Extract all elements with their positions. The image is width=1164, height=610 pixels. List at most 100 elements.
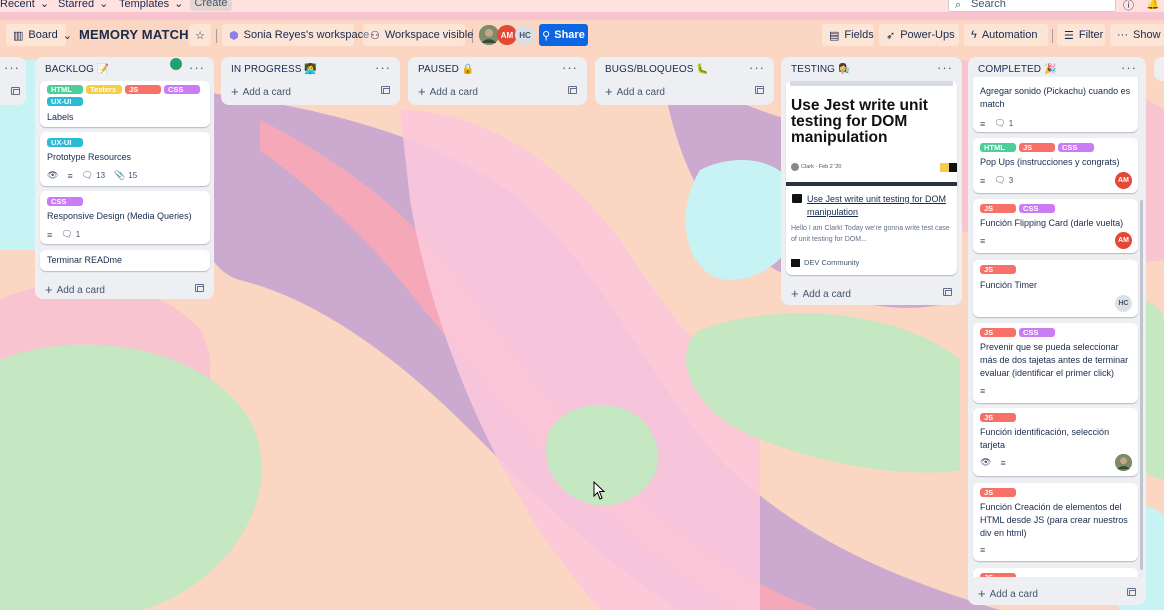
card-title: Función Timer bbox=[980, 280, 1038, 290]
list-title[interactable]: TESTING 👩‍🔬 bbox=[791, 64, 850, 75]
list-title[interactable]: IN PROGRESS 👩‍💻 bbox=[231, 64, 317, 75]
label-js[interactable]: JS bbox=[980, 488, 1016, 497]
board-view-switcher[interactable]: ▥ Board ⌄ bbox=[6, 24, 72, 46]
label-html[interactable]: HTML bbox=[47, 85, 83, 94]
author-avatar bbox=[791, 163, 799, 171]
workspace-icon: ⬢ bbox=[229, 29, 239, 42]
label-js[interactable]: JS bbox=[980, 328, 1016, 337]
share-button[interactable]: ⚲ Share bbox=[539, 24, 588, 46]
sync-status-icon bbox=[170, 58, 182, 70]
completed-cards-scroll[interactable]: Agregar sonido (Pickachu) cuando es matc… bbox=[968, 77, 1146, 577]
list-menu-icon[interactable]: ··· bbox=[375, 60, 391, 75]
card-responsive-design[interactable]: CSS Responsive Design (Media Queries) ≡ … bbox=[40, 191, 210, 244]
dev-logo-icon bbox=[791, 258, 800, 267]
starred-menu[interactable]: Starred ⌄ bbox=[58, 0, 108, 10]
template-icon[interactable] bbox=[755, 86, 764, 94]
add-card-button[interactable]: + Add a card bbox=[791, 286, 851, 301]
label-css[interactable]: CSS bbox=[164, 85, 200, 94]
label-css[interactable]: CSS bbox=[1058, 143, 1094, 152]
template-icon[interactable] bbox=[11, 87, 20, 95]
search-input[interactable]: ⌕ Search bbox=[948, 0, 1116, 12]
label-testers[interactable]: Testers bbox=[86, 85, 122, 94]
powerups-button[interactable]: ➶ Power-Ups bbox=[879, 24, 959, 46]
member-avatar-hc[interactable]: HC bbox=[515, 25, 535, 45]
add-card-button[interactable]: + Add a card bbox=[45, 282, 105, 297]
visibility-button[interactable]: ⚇ Workspace visible bbox=[363, 24, 473, 46]
plus-icon: + bbox=[418, 84, 426, 99]
add-card-button[interactable]: + Add a card bbox=[978, 586, 1038, 601]
automation-button[interactable]: ϟ Automation bbox=[964, 24, 1048, 46]
card-creacion-elementos[interactable]: JS Función Creación de elementos del HTM… bbox=[973, 483, 1138, 561]
member-avatar-photo[interactable] bbox=[479, 25, 499, 45]
add-card-button[interactable]: + Add a card bbox=[418, 84, 478, 99]
label-css[interactable]: CSS bbox=[47, 197, 83, 206]
card-agregar-sonido[interactable]: Agregar sonido (Pickachu) cuando es matc… bbox=[973, 77, 1138, 132]
list-menu-icon[interactable]: ··· bbox=[937, 60, 953, 75]
label-js[interactable]: JS bbox=[1019, 143, 1055, 152]
card-terminar-readme[interactable]: Terminar READme bbox=[40, 250, 210, 271]
fields-button[interactable]: ▤ Fields bbox=[822, 24, 874, 46]
recent-label: Recent bbox=[0, 0, 35, 10]
label-js[interactable]: JS bbox=[980, 204, 1016, 213]
card-flipping-card[interactable]: JS CSS Función Flipping Card (darle vuel… bbox=[973, 199, 1138, 253]
label-js[interactable]: JS bbox=[980, 413, 1016, 422]
member-avatar-am[interactable]: AM bbox=[1115, 232, 1132, 249]
card-funcion-identificacion[interactable]: JS Función identificación, selección tar… bbox=[973, 408, 1138, 476]
member-avatar-hc[interactable]: HC bbox=[1115, 295, 1132, 312]
link-title[interactable]: Use Jest write unit testing for DOM mani… bbox=[807, 193, 952, 219]
comment-icon: 🗨 bbox=[994, 175, 1006, 185]
member-avatar-photo[interactable] bbox=[1115, 454, 1132, 471]
label-uxui[interactable]: UX-UI bbox=[47, 138, 83, 147]
templates-menu[interactable]: Templates ⌄ bbox=[119, 0, 183, 10]
bell-icon[interactable]: 🔔 bbox=[1146, 0, 1160, 10]
list-title[interactable]: COMPLETED 🎉 bbox=[978, 64, 1057, 75]
description-icon: ≡ bbox=[980, 386, 986, 396]
list-menu-icon[interactable]: ··· bbox=[4, 60, 20, 75]
label-css[interactable]: CSS bbox=[1019, 204, 1055, 213]
label-js[interactable]: JS bbox=[980, 573, 1016, 577]
list-menu-icon[interactable]: ··· bbox=[189, 60, 205, 75]
list-backlog: BACKLOG 📝 ··· HTML Testers JS CSS UX-UI … bbox=[35, 57, 214, 299]
label-js[interactable]: JS bbox=[125, 85, 161, 94]
list-title[interactable]: BACKLOG 📝 bbox=[45, 64, 109, 75]
create-button[interactable]: Create bbox=[190, 0, 232, 11]
card-prototype-resources[interactable]: UX-UI Prototype Resources 👁 ≡ 🗨 13 📎 15 bbox=[40, 132, 210, 186]
template-icon[interactable] bbox=[195, 284, 204, 292]
add-card-button[interactable]: + Add a card bbox=[231, 84, 291, 99]
list-menu-icon[interactable]: ··· bbox=[562, 60, 578, 75]
label-css[interactable]: CSS bbox=[1019, 328, 1055, 337]
info-icon[interactable]: ⓘ bbox=[1123, 0, 1134, 13]
template-icon[interactable] bbox=[568, 86, 577, 94]
template-icon[interactable] bbox=[943, 288, 952, 296]
show-menu-button[interactable]: ··· Show me bbox=[1110, 24, 1164, 46]
filter-button[interactable]: ☰ Filter bbox=[1057, 24, 1105, 46]
card-labels[interactable]: HTML Testers JS CSS UX-UI Labels bbox=[40, 81, 210, 127]
label-js[interactable]: JS bbox=[980, 265, 1016, 274]
template-icon[interactable] bbox=[1127, 588, 1136, 596]
card-jest-testing[interactable]: Use Jest write unit testing for DOM mani… bbox=[786, 81, 957, 275]
list-menu-icon[interactable]: ··· bbox=[1121, 60, 1137, 75]
template-icon[interactable] bbox=[381, 86, 390, 94]
card-pop-ups[interactable]: HTML JS CSS Pop Ups (instrucciones y con… bbox=[973, 138, 1138, 193]
workspace-button[interactable]: ⬢ Sonia Reyes's workspace bbox=[222, 24, 369, 46]
add-card-button[interactable]: + Add a card bbox=[605, 84, 665, 99]
list-title[interactable]: BUGS/BLOQUEOS 🐛 bbox=[605, 64, 709, 75]
board-title[interactable]: MEMORY MATCH bbox=[79, 27, 189, 42]
label-uxui[interactable]: UX-UI bbox=[47, 97, 83, 106]
member-avatar-am[interactable]: AM bbox=[497, 25, 517, 45]
card-funcion-timer[interactable]: JS Función Timer HC bbox=[973, 260, 1138, 317]
card-title: Responsive Design (Media Queries) bbox=[47, 211, 192, 221]
recent-menu[interactable]: Recent ⌄ bbox=[0, 0, 49, 10]
card-title: Terminar READme bbox=[47, 255, 123, 265]
card-js-partial[interactable]: JS bbox=[973, 568, 1138, 577]
star-button[interactable]: ☆ bbox=[189, 24, 211, 46]
member-avatar-am[interactable]: AM bbox=[1115, 172, 1132, 189]
card-badges: ≡ bbox=[980, 236, 985, 246]
list-menu-icon[interactable]: ··· bbox=[749, 60, 765, 75]
visibility-label: Workspace visible bbox=[384, 29, 474, 41]
card-prevenir-seleccion[interactable]: JS CSS Prevenir que se pueda seleccionar… bbox=[973, 323, 1138, 403]
list-title[interactable]: PAUSED 🔒 bbox=[418, 64, 474, 75]
comment-icon: 🗨 bbox=[994, 118, 1006, 128]
list-scrollbar[interactable] bbox=[1140, 200, 1143, 570]
label-html[interactable]: HTML bbox=[980, 143, 1016, 152]
